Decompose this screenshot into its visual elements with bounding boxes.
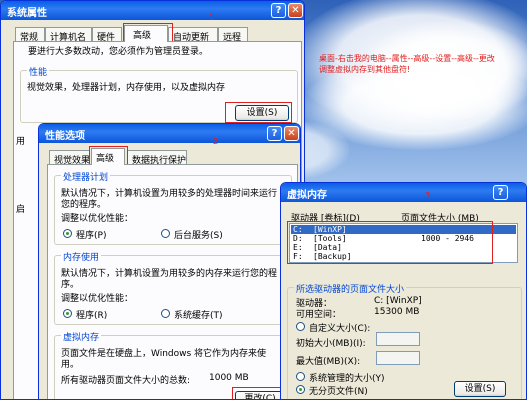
processor-adjust-label: 调整以优化性能： (61, 214, 134, 224)
annotation-box-settings-button (225, 102, 292, 123)
tab-advanced[interactable]: 高级 (124, 25, 168, 42)
max-size-label: 最大值(MB)(X): (296, 357, 361, 367)
tab-general[interactable]: 常规 (15, 27, 45, 43)
selected-drive-group: 所选驱动器的页面文件大小 驱动器： C: [WinXP] 可用空间： 15300… (287, 282, 522, 399)
tab-advanced[interactable]: 高级 (91, 148, 125, 165)
processor-programs-label[interactable]: 程序(P) (76, 228, 106, 241)
performance-options-window: 性能选项 ? ✕ 视觉效果 高级 数据执行保护 2 处理器计划 默认情况下，计算… (38, 123, 301, 400)
processor-scheduling-label: 处理器计划 (61, 170, 111, 183)
processor-services-label[interactable]: 后台服务(S) (174, 228, 223, 241)
memory-cache-label[interactable]: 系统缓存(T) (174, 308, 223, 321)
processor-scheduling-group: 处理器计划 默认情况下，计算机设置为用较多的处理器时间来运行 您的程序。 调整以… (54, 170, 292, 245)
virtual-total-value: 1000 MB (209, 373, 249, 383)
virtual-description-1: 页面文件是在硬盘上，Windows 将它作为内存来使 (61, 349, 267, 359)
performance-group-label: 性能 (27, 65, 50, 78)
tab-hardware[interactable]: 硬件 (92, 27, 122, 43)
memory-description-2: 序。 (61, 280, 80, 290)
annotation-line-2: 调整虚拟内存到其他盘符! (319, 65, 411, 74)
system-managed-label[interactable]: 系统管理的大小(Y) (309, 371, 385, 384)
tab-auto-update[interactable]: 自动更新 (168, 27, 218, 43)
tab-remote[interactable]: 远程 (218, 27, 248, 43)
memory-adjust-label: 调整以优化性能： (61, 294, 134, 304)
no-paging-radio[interactable] (296, 385, 305, 394)
close-button[interactable]: ✕ (288, 3, 303, 18)
desktop-annotation: 桌面-右击我的电脑--属性--高级--设置--高级--更改 调整虚拟内存到其他盘… (319, 53, 495, 75)
virtual-memory-titlebar[interactable]: 虚拟内存 (281, 183, 526, 202)
annotation-marker-3: 3 (425, 191, 431, 200)
system-properties-titlebar[interactable]: 系统属性 (1, 1, 304, 20)
initial-size-label: 初始大小(MB)(I): (296, 339, 366, 349)
help-button[interactable]: ? (267, 126, 282, 141)
set-button[interactable]: 设置(S) (454, 381, 506, 397)
system-managed-radio[interactable] (296, 372, 305, 381)
help-button[interactable]: ? (493, 185, 508, 200)
system-properties-title: 系统属性 (7, 8, 47, 19)
virtual-memory-title: 虚拟内存 (287, 190, 327, 201)
performance-options-titlebar[interactable]: 性能选项 (39, 124, 300, 143)
virtual-description-2: 用。 (61, 360, 80, 370)
user-profile-hint: 用 (16, 137, 26, 147)
annotation-box-drive-list (287, 221, 493, 264)
memory-usage-group: 内存使用 默认情况下，计算机设置为用较多的内存来运行您的程 序。 调整以优化性能… (54, 250, 292, 325)
no-paging-label[interactable]: 无分页文件(N) (309, 384, 368, 397)
performance-description: 视觉效果，处理器计划，内存使用，以及虚拟内存 (27, 83, 226, 93)
initial-size-input[interactable] (376, 332, 420, 346)
space-field-label: 可用空间： (296, 310, 342, 320)
annotation-marker-1: 1 (209, 13, 215, 22)
max-size-input[interactable] (376, 351, 420, 365)
tab-visual-effects[interactable]: 视觉效果 (49, 150, 90, 166)
help-button[interactable]: ? (271, 3, 286, 18)
annotation-marker-2: 2 (213, 137, 219, 146)
close-button[interactable]: ✕ (284, 126, 299, 141)
admin-notice: 要进行大多数改动，您必须作为管理员登录。 (28, 47, 209, 57)
virtual-memory-label: 虚拟内存 (61, 330, 102, 343)
memory-cache-radio[interactable] (161, 309, 170, 318)
processor-description-2: 您的程序。 (61, 200, 107, 210)
memory-description-1: 默认情况下，计算机设置为用较多的内存来运行您的程 (61, 269, 278, 279)
memory-programs-label[interactable]: 程序(R) (76, 308, 107, 321)
performance-options-panel: 处理器计划 默认情况下，计算机设置为用较多的处理器时间来运行 您的程序。 调整以… (47, 164, 298, 399)
virtual-total-label: 所有驱动器页面文件大小的总数: (61, 376, 191, 386)
tab-computer-name[interactable]: 计算机名 (45, 27, 92, 43)
custom-size-label[interactable]: 自定义大小(C): (309, 321, 370, 334)
tab-data-execution-prevention[interactable]: 数据执行保护 (127, 150, 187, 166)
startup-recovery-hint: 启 (16, 205, 26, 215)
custom-size-radio[interactable] (296, 322, 305, 331)
processor-services-radio[interactable] (161, 229, 170, 238)
virtual-memory-window: 虚拟内存 ? 3 驱动器 [卷标](D) 页面文件大小 (MB) C: [Win… (280, 182, 527, 400)
drive-field-value: C: [WinXP] (374, 296, 422, 306)
space-field-value: 15300 MB (374, 307, 420, 317)
selected-drive-group-label: 所选驱动器的页面文件大小 (294, 282, 407, 295)
performance-options-title: 性能选项 (45, 131, 85, 142)
memory-programs-radio[interactable] (63, 309, 72, 318)
annotation-line-1: 桌面-右击我的电脑--属性--高级--设置--高级--更改 (319, 54, 495, 63)
processor-programs-radio[interactable] (63, 229, 72, 238)
memory-usage-label: 内存使用 (61, 250, 102, 263)
